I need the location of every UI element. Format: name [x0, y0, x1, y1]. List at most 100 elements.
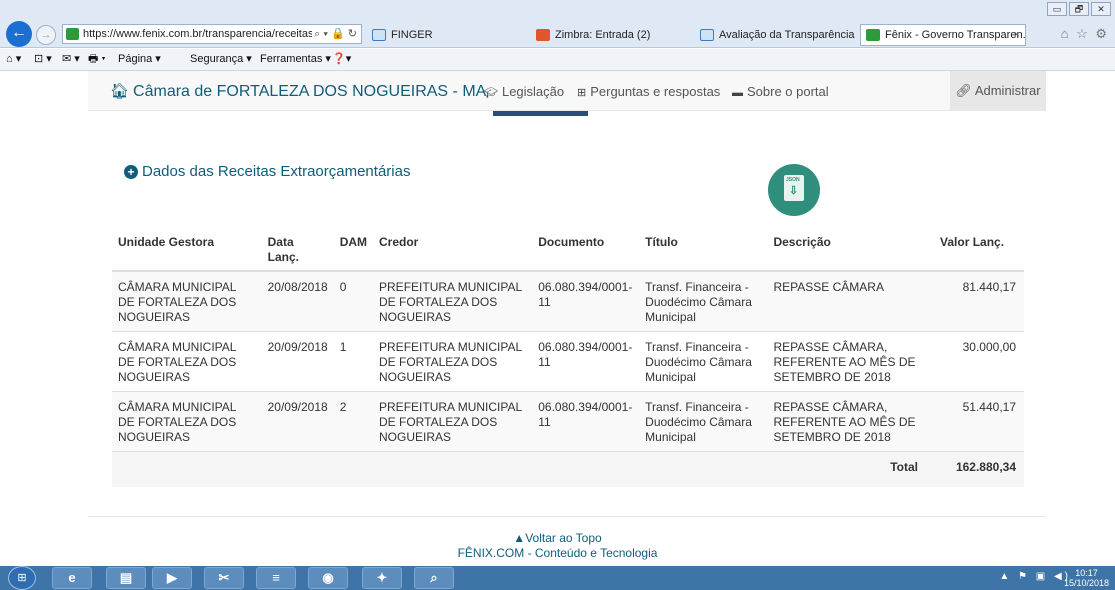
table-cell: Transf. Financeira - Duodécimo Câmara Mu… [639, 391, 768, 452]
table-cell: 81.440,17 [934, 270, 1024, 332]
column-header[interactable]: Documento [532, 229, 640, 272]
nav-link-label: Legislação [501, 84, 565, 99]
table-cell: PREFEITURA MUNICIPAL DE FORTALEZA DOS NO… [373, 391, 533, 452]
table-total-row: Total 162.880,34 [112, 451, 1024, 487]
table-cell: 06.080.394/0001-11 [532, 391, 640, 452]
browser-toolbar-icons[interactable]: ⌂ ☆ ⚙ [1061, 26, 1109, 42]
nav-link-label: Sobre o portal [747, 84, 829, 99]
close-tab-icon[interactable]: × [1014, 25, 1020, 45]
graduation-cap-icon: 🎓︎ [484, 87, 498, 99]
browser-navigation-row: ← → https://www.fenix.com.br/transparenc… [0, 20, 1115, 48]
table-row[interactable]: CÂMARA MUNICIPAL DE FORTALEZA DOS NOGUEI… [112, 331, 1024, 392]
chevron-up-icon: ▲ [513, 531, 526, 545]
address-tools[interactable]: ⌕ ▾ 🔒 ↻ [312, 25, 357, 43]
file-explorer-icon[interactable]: ▤ [106, 567, 146, 589]
download-arrow-icon: ⇩ [789, 185, 799, 197]
column-header[interactable]: Descrição [767, 229, 935, 272]
media-player-icon[interactable]: ▶ [152, 567, 192, 589]
windows-start-icon[interactable]: ⊞ [8, 566, 36, 590]
tools-menu[interactable]: Ferramentas ▾ [260, 49, 331, 70]
table-cell: 0 [333, 270, 374, 332]
table-cell: Transf. Financeira - Duodécimo Câmara Mu… [639, 331, 768, 392]
json-file-icon: JSON ⇩ [784, 175, 804, 201]
table-row[interactable]: CÂMARA MUNICIPAL DE FORTALEZA DOS NOGUEI… [112, 270, 1024, 332]
column-header[interactable]: Valor Lanç. [934, 229, 1024, 272]
tab-finger[interactable]: FINGER [366, 24, 528, 46]
fenix-favicon-icon [866, 29, 880, 41]
table-row[interactable]: CÂMARA MUNICIPAL DE FORTALEZA DOS NOGUEI… [112, 391, 1024, 452]
section-title[interactable]: + Dados das Receitas Extraorçamentárias [124, 163, 410, 180]
table-cell: 2 [333, 391, 374, 452]
chrome-icon[interactable]: ◉ [308, 567, 348, 589]
snipping-tool-icon[interactable]: ✂ [204, 567, 244, 589]
tab-label: FINGER [391, 29, 433, 41]
address-bar[interactable]: https://www.fenix.com.br/transparencia/r… [62, 24, 362, 44]
json-download-button[interactable]: JSON ⇩ [768, 164, 820, 216]
column-header[interactable]: Unidade Gestora [112, 229, 262, 272]
tab-label: Fênix - Governo Transparen... [885, 29, 1026, 41]
restore-button[interactable]: 🗗 [1069, 2, 1089, 16]
system-tray[interactable]: ▲ ⚑ ▣ ◀) [999, 571, 1071, 582]
table-cell: CÂMARA MUNICIPAL DE FORTALEZA DOS NOGUEI… [112, 391, 262, 452]
security-menu[interactable]: Segurança ▾ [190, 49, 252, 70]
total-value: 162.880,34 [934, 451, 1024, 487]
tab-fenix[interactable]: Fênix - Governo Transparen... × [860, 24, 1026, 46]
site-brand[interactable]: 🏠︎ Câmara de FORTALEZA DOS NOGUEIRAS - MA [110, 82, 486, 101]
window-controls: ▭ 🗗 ✕ [1047, 2, 1111, 16]
ie-icon [372, 29, 386, 41]
footer-divider [88, 516, 1046, 517]
table-cell: 30.000,00 [934, 331, 1024, 392]
table-cell: REPASSE CÂMARA, REFERENTE AO MÊS DE SETE… [767, 331, 935, 392]
table-cell: REPASSE CÂMARA [767, 270, 935, 332]
receitas-table: Unidade Gestora Data Lanç. DAM Credor Do… [112, 229, 1024, 487]
table-cell: PREFEITURA MUNICIPAL DE FORTALEZA DOS NO… [373, 331, 533, 392]
column-header[interactable]: DAM [333, 229, 374, 272]
site-favicon-icon [66, 28, 79, 40]
internet-explorer-icon[interactable]: e [52, 567, 92, 589]
admin-link[interactable]: 🔗︎ Administrar [950, 71, 1046, 111]
home-icon: 🏠︎ [110, 83, 130, 100]
table-cell: 51.440,17 [934, 391, 1024, 452]
nav-link-perguntas[interactable]: ⊞ Perguntas e respostas [577, 84, 720, 99]
print-menu[interactable]: 🖶 ▾ [88, 49, 106, 70]
help-menu[interactable]: ❓▾ [332, 49, 351, 70]
close-window-button[interactable]: ✕ [1091, 2, 1111, 16]
mail-menu[interactable]: ✉ ▾ [62, 49, 80, 70]
green-app-icon[interactable]: ✦ [362, 567, 402, 589]
json-label: JSON [786, 177, 800, 183]
nav-link-sobre[interactable]: ▬ Sobre o portal [732, 84, 829, 99]
footer-company[interactable]: FÊNIX.COM - Conteúdo e Tecnologia [0, 546, 1115, 560]
search-app-icon[interactable]: ⌕ [414, 567, 454, 589]
nav-link-legislacao[interactable]: 🎓︎ Legislação [484, 84, 564, 99]
nav-link-label: Perguntas e respostas [590, 84, 721, 99]
feeds-menu[interactable]: ⊡ ▾ [34, 49, 52, 70]
table-cell: 20/09/2018 [261, 391, 334, 452]
table-cell: 06.080.394/0001-11 [532, 331, 640, 392]
link-icon: 🔗︎ [955, 83, 972, 98]
home-menu[interactable]: ⌂ ▾ [6, 49, 21, 70]
column-header[interactable]: Data Lanç. [261, 229, 334, 272]
tab-label: Avaliação da Transparência do... [719, 29, 857, 41]
tab-zimbra[interactable]: Zimbra: Entrada (2) [530, 24, 692, 46]
table-cell: 06.080.394/0001-11 [532, 270, 640, 332]
table-cell: 1 [333, 331, 374, 392]
column-header[interactable]: Credor [373, 229, 533, 272]
address-url: https://www.fenix.com.br/transparencia/r… [83, 28, 326, 40]
sitemap-icon: ⊞ [577, 87, 587, 99]
back-button[interactable]: ← [6, 21, 32, 47]
word-document-icon[interactable]: ≡ [256, 567, 296, 589]
table-cell: 20/08/2018 [261, 270, 334, 332]
column-header[interactable]: Título [639, 229, 768, 272]
site-navbar: 🏠︎ Câmara de FORTALEZA DOS NOGUEIRAS - MA… [88, 71, 1046, 111]
ie-icon [700, 29, 714, 41]
forward-button[interactable]: → [36, 25, 56, 45]
taskbar-clock[interactable]: 10:17 15/10/2018 [1064, 568, 1109, 588]
nav-active-indicator [493, 111, 588, 116]
back-to-top-link[interactable]: ▲Voltar ao Topo [0, 531, 1115, 545]
minimize-button[interactable]: ▭ [1047, 2, 1067, 16]
command-bar: ⌂ ▾ ⊡ ▾ ✉ ▾ 🖶 ▾ Página ▾ Segurança ▾ Fer… [0, 49, 1115, 71]
brand-label: Câmara de FORTALEZA DOS NOGUEIRAS - MA [133, 83, 487, 100]
page-menu[interactable]: Página ▾ [118, 49, 161, 70]
table-cell: PREFEITURA MUNICIPAL DE FORTALEZA DOS NO… [373, 270, 533, 332]
tab-avaliacao[interactable]: Avaliação da Transparência do... [694, 24, 858, 46]
